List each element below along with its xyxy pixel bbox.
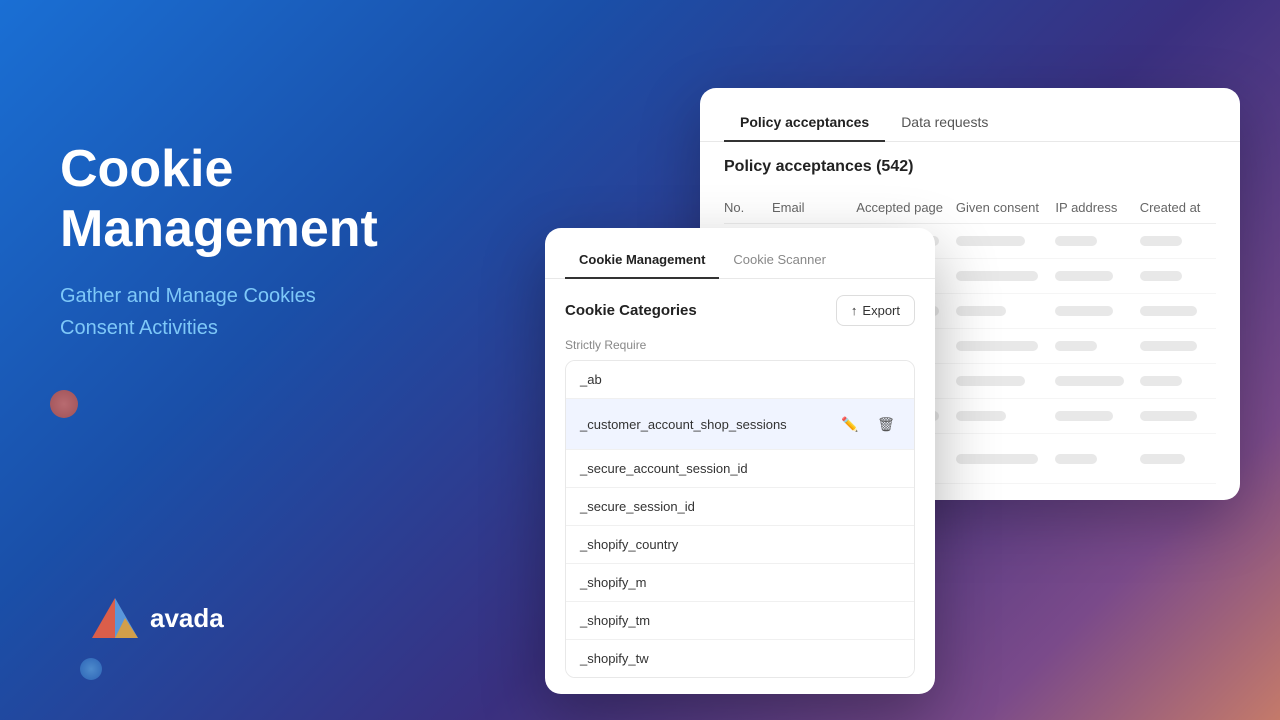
cookie-name: _shopify_tm <box>580 613 650 628</box>
avada-logo-text: avada <box>150 603 224 634</box>
decorative-orb <box>50 390 78 418</box>
list-item: _shopify_tw <box>566 640 914 677</box>
delete-icon[interactable]: 🗑 <box>872 410 900 438</box>
export-button[interactable]: ↑ Export <box>836 295 915 326</box>
export-icon: ↑ <box>851 303 858 318</box>
col-given-consent: Given consent <box>956 200 1048 215</box>
strictly-require-label: Strictly Require <box>565 338 915 352</box>
decorative-orb-blue <box>80 658 102 680</box>
col-no: No. <box>724 200 764 215</box>
export-label: Export <box>862 303 900 318</box>
policy-table-header: No. Email Accepted page Given consent IP… <box>724 192 1216 224</box>
list-item: _ab <box>566 361 914 399</box>
cookie-name: _shopify_country <box>580 537 678 552</box>
list-item: _customer_account_shop_sessions ✏️ 🗑 <box>566 399 914 450</box>
cookie-list: _ab _customer_account_shop_sessions ✏️ 🗑… <box>565 360 915 678</box>
cookie-card-body: Cookie Categories ↑ Export Strictly Requ… <box>545 279 935 694</box>
edit-icon[interactable]: ✏️ <box>836 410 864 438</box>
col-ip-address: IP address <box>1055 200 1131 215</box>
hero-section: Cookie Management Gather and Manage Cook… <box>60 140 378 344</box>
tab-cookie-management[interactable]: Cookie Management <box>565 242 719 279</box>
col-created-at: Created at <box>1140 200 1216 215</box>
cookie-tabs: Cookie Management Cookie Scanner <box>545 228 935 279</box>
tab-cookie-scanner[interactable]: Cookie Scanner <box>719 242 840 279</box>
cookie-management-card: Cookie Management Cookie Scanner Cookie … <box>545 228 935 694</box>
tab-policy-acceptances[interactable]: Policy acceptances <box>724 104 885 142</box>
cookie-name: _ab <box>580 372 602 387</box>
cookie-name: _secure_account_session_id <box>580 461 748 476</box>
hero-subtitle-line1: Gather and Manage Cookies <box>60 285 316 307</box>
hero-subtitle-line2: Consent Activities <box>60 317 218 339</box>
cookie-name: _customer_account_shop_sessions <box>580 417 787 432</box>
list-item: _shopify_country <box>566 526 914 564</box>
cookie-header-row: Cookie Categories ↑ Export <box>565 295 915 326</box>
cookie-name: _secure_session_id <box>580 499 695 514</box>
list-item: _shopify_m <box>566 564 914 602</box>
list-item: _secure_session_id <box>566 488 914 526</box>
avada-logo-icon <box>90 596 140 640</box>
list-item: _shopify_tm <box>566 602 914 640</box>
cookie-name: _shopify_tw <box>580 651 649 666</box>
policy-tabs: Policy acceptances Data requests <box>700 88 1240 142</box>
tab-data-requests[interactable]: Data requests <box>885 104 1004 142</box>
list-item: _secure_account_session_id <box>566 450 914 488</box>
cookie-categories-title: Cookie Categories <box>565 302 697 319</box>
hero-title-line2: Management <box>60 200 378 258</box>
cookie-item-actions: ✏️ 🗑 <box>836 410 900 438</box>
cookie-name: _shopify_m <box>580 575 646 590</box>
avada-logo: avada <box>90 596 224 640</box>
col-accepted-page: Accepted page <box>856 200 948 215</box>
col-email: Email <box>772 200 848 215</box>
policy-card-title: Policy acceptances (542) <box>724 158 1216 176</box>
hero-title-line1: Cookie <box>60 140 233 198</box>
